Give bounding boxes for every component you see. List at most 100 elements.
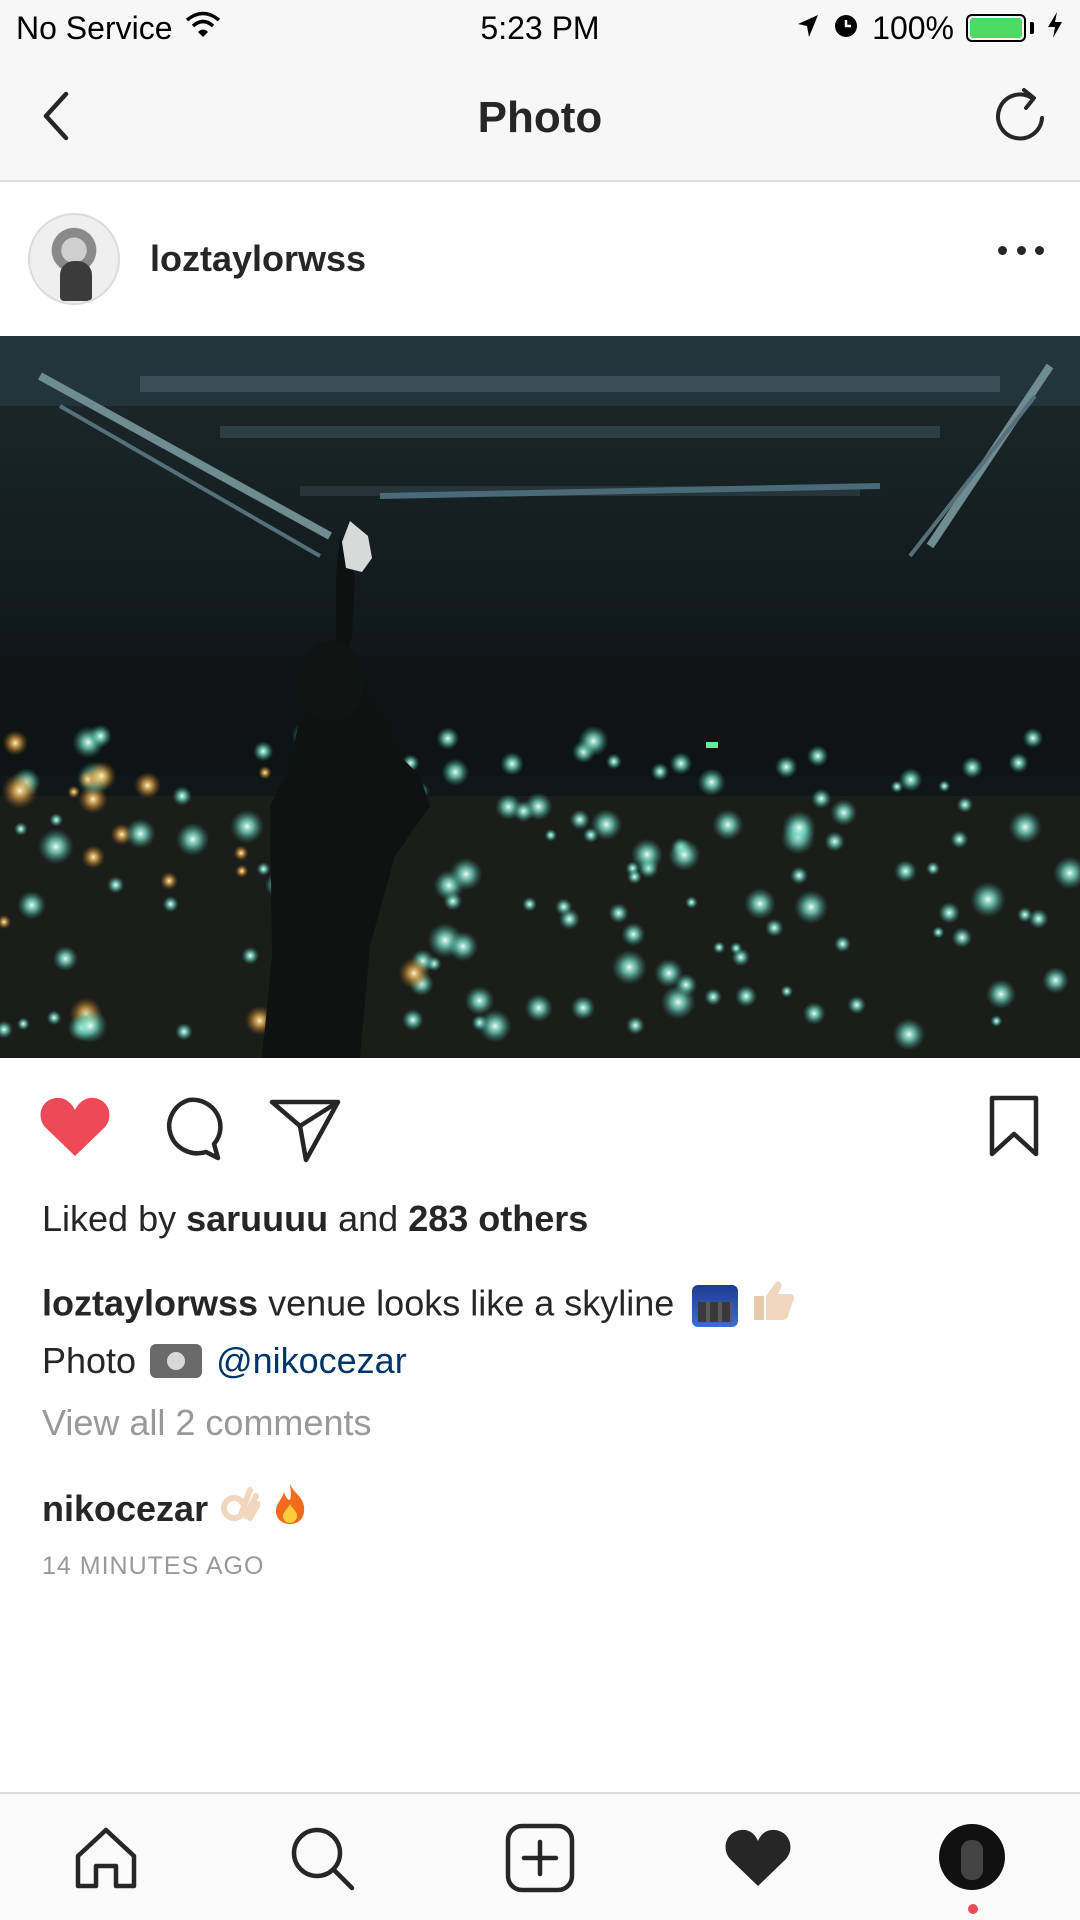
crowd-phone-light xyxy=(1008,752,1029,773)
crowd-phone-light xyxy=(650,762,669,781)
crowd-phone-light xyxy=(570,995,596,1021)
photo-credit-label: Photo xyxy=(42,1340,137,1381)
cityscape-emoji xyxy=(692,1285,739,1327)
crowd-phone-light xyxy=(790,866,809,885)
crowd-phone-light xyxy=(806,745,829,767)
page-title: Photo xyxy=(477,93,603,142)
like-heart-icon[interactable] xyxy=(38,1094,112,1160)
crowd-phone-light xyxy=(2,730,29,756)
crowd-phone-light xyxy=(233,845,249,861)
profile-avatar[interactable] xyxy=(939,1824,1005,1890)
alarm-icon xyxy=(832,10,860,47)
likes-and: and xyxy=(328,1198,409,1239)
thumbs-up-emoji xyxy=(748,1281,796,1330)
crowd-phone-light xyxy=(685,896,698,909)
battery-icon xyxy=(966,14,1034,42)
more-dots-icon[interactable] xyxy=(998,240,1044,260)
crowd-phone-light xyxy=(578,725,609,757)
likes-line: Liked by saruuuu and 283 others xyxy=(42,1198,588,1240)
location-icon xyxy=(796,10,820,47)
crowd-phone-light xyxy=(626,1016,645,1035)
post-header: loztaylorwss xyxy=(0,182,1080,336)
crowd-phone-light xyxy=(704,988,722,1006)
post-photo[interactable] xyxy=(0,336,1080,1058)
crowd-phone-light xyxy=(765,918,784,937)
tab-bar xyxy=(0,1792,1080,1920)
crowd-phone-light xyxy=(524,993,553,1023)
crowd-phone-light xyxy=(134,771,162,799)
crowd-phone-light xyxy=(611,949,648,985)
crowd-phone-light xyxy=(961,756,984,779)
crowd-phone-light xyxy=(398,957,430,989)
crowd-phone-light xyxy=(780,985,794,998)
crowd-phone-light xyxy=(950,830,969,849)
search-icon[interactable] xyxy=(286,1822,358,1894)
crowd-phone-light xyxy=(235,864,249,878)
crowd-phone-light xyxy=(73,1008,108,1043)
crowd-phone-light xyxy=(1042,966,1069,994)
crowd-phone-light xyxy=(894,859,917,883)
crowd-phone-light xyxy=(830,799,858,826)
caption-username[interactable]: loztaylorwss xyxy=(42,1283,258,1324)
avatar[interactable] xyxy=(28,213,120,305)
wifi-icon xyxy=(185,10,221,47)
crowd-phone-light xyxy=(892,1018,926,1051)
activity-heart-icon[interactable] xyxy=(722,1822,794,1894)
crowd-phone-light xyxy=(712,809,744,841)
crowd-phone-light xyxy=(436,727,460,750)
comment-icon[interactable] xyxy=(156,1096,224,1162)
crowd-phone-light xyxy=(16,1017,30,1031)
crowd-phone-light xyxy=(898,767,923,792)
share-icon[interactable] xyxy=(268,1096,342,1164)
post-timestamp: 14 MINUTES AGO xyxy=(42,1552,265,1580)
crowd-phone-light xyxy=(522,896,537,912)
bookmark-icon[interactable] xyxy=(988,1094,1040,1158)
crowd-phone-light xyxy=(668,838,701,871)
nav-bar: Photo xyxy=(0,56,1080,182)
crowd-phone-light xyxy=(735,985,758,1008)
caption-text: venue looks like a skyline xyxy=(258,1282,675,1324)
crowd-phone-light xyxy=(782,810,816,845)
crowd-phone-light xyxy=(590,808,623,841)
crowd-phone-light xyxy=(172,786,192,806)
crowd-phone-light xyxy=(107,876,125,894)
crowd-phone-light xyxy=(89,724,112,748)
liked-by-user[interactable]: saruuuu xyxy=(186,1198,328,1239)
crowd-phone-light xyxy=(932,926,945,939)
add-icon[interactable] xyxy=(504,1822,576,1894)
crowd-phone-light xyxy=(811,788,832,809)
crowd-phone-light xyxy=(605,753,622,770)
crowd-phone-light xyxy=(1,772,38,809)
crowd-phone-light xyxy=(654,958,684,988)
crowd-phone-light xyxy=(125,818,156,849)
crowd-phone-light xyxy=(970,881,1006,918)
crowd-phone-light xyxy=(447,931,479,962)
fire-emoji xyxy=(272,1482,308,1535)
crowd-phone-light xyxy=(956,796,974,813)
crowd-phone-light xyxy=(38,828,74,865)
mention-link[interactable]: @nikocezar xyxy=(216,1340,407,1382)
crowd-phone-light xyxy=(256,862,271,876)
crowd-phone-light xyxy=(162,896,179,913)
crowd-phone-light xyxy=(555,898,573,916)
crowd-phone-light xyxy=(847,995,866,1015)
likes-others[interactable]: 283 others xyxy=(408,1198,588,1239)
view-all-comments-link[interactable]: View all 2 comments xyxy=(42,1402,371,1444)
crowd-phone-light xyxy=(230,809,264,844)
refresh-icon[interactable] xyxy=(988,84,1052,148)
comment-username[interactable]: nikocezar xyxy=(42,1488,208,1530)
crowd-phone-light xyxy=(926,861,940,876)
crowd-phone-light xyxy=(938,780,951,793)
post-username[interactable]: loztaylorwss xyxy=(150,238,366,280)
crowd-phone-light xyxy=(441,758,470,786)
chevron-left-icon[interactable] xyxy=(30,86,90,146)
crowd-phone-light xyxy=(544,828,558,842)
crowd-phone-light xyxy=(938,901,961,924)
crowd-phone-light xyxy=(794,890,829,924)
likes-prefix: Liked by xyxy=(42,1198,187,1239)
home-icon[interactable] xyxy=(70,1822,142,1894)
crowd-phone-light xyxy=(986,979,1016,1010)
crowd-phone-light xyxy=(669,752,693,775)
crowd-phone-light xyxy=(631,838,664,871)
action-bar xyxy=(0,1058,1080,1198)
